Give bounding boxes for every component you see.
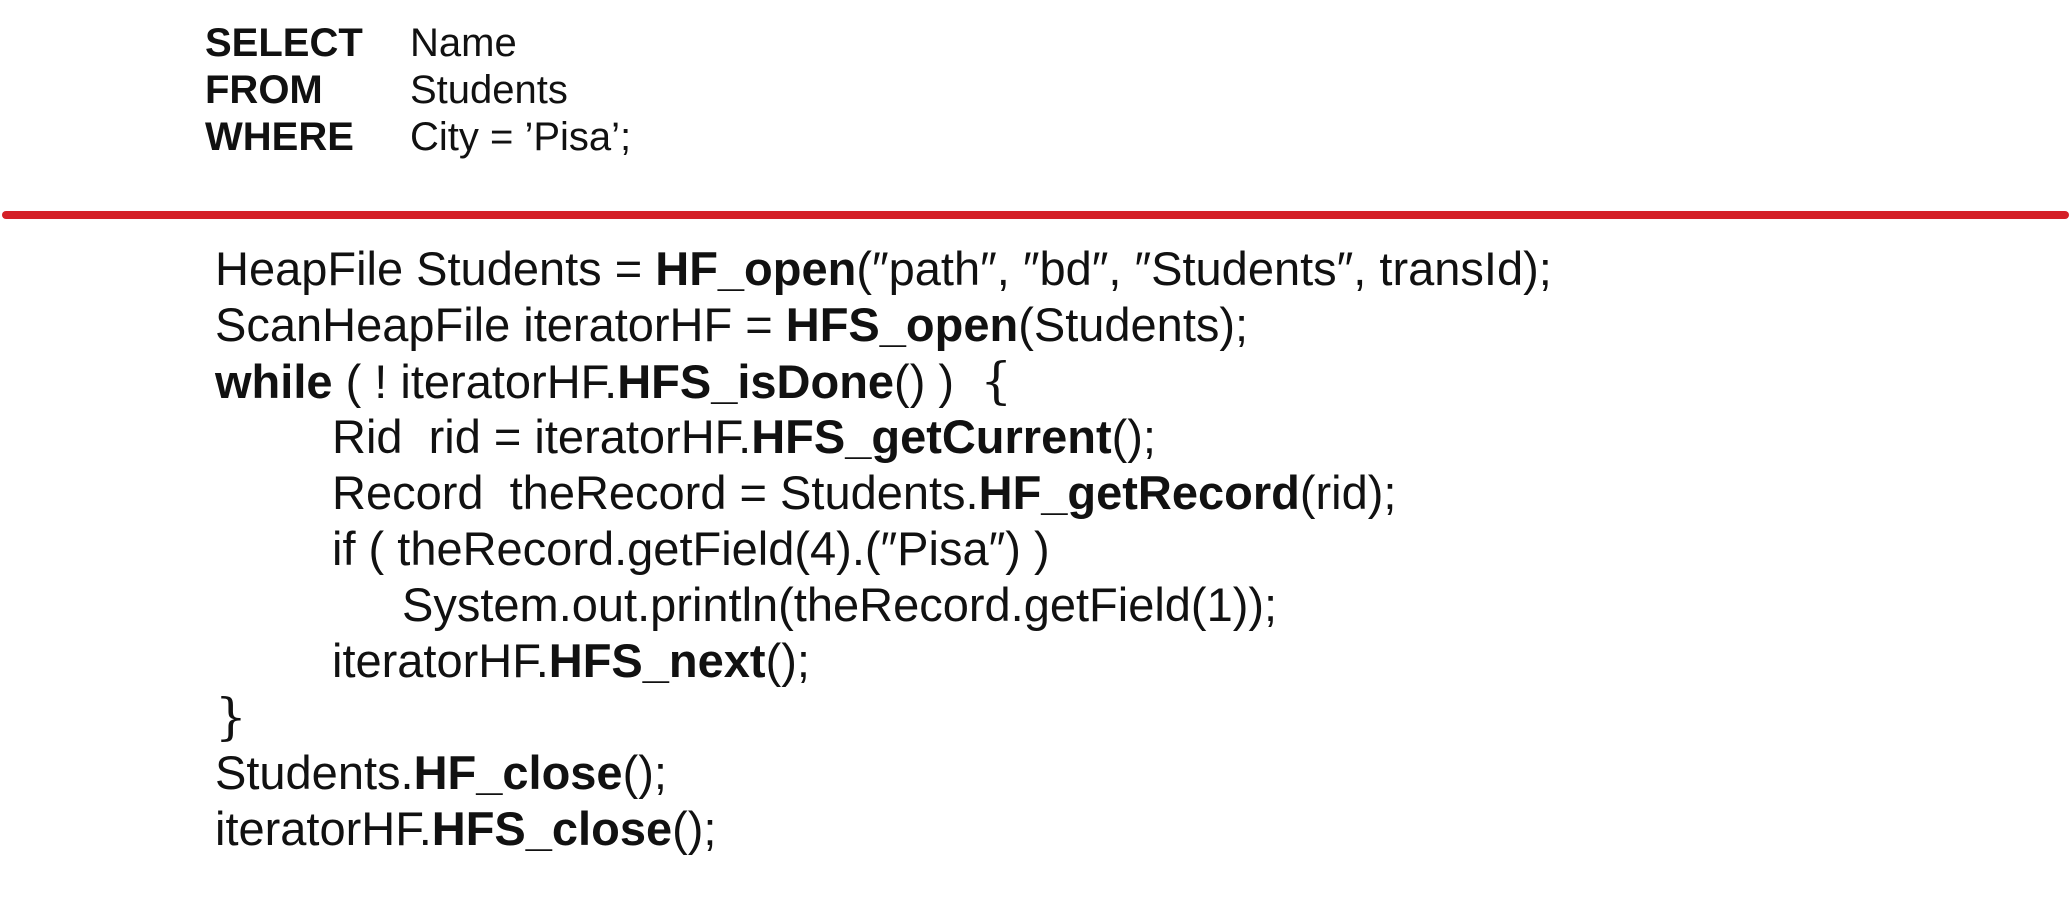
code-text: if ( theRecord.getField(4).(″Pisa″) )	[332, 522, 1050, 575]
code-function-name: HFS_open	[785, 298, 1019, 351]
code-line: while ( ! iteratorHF.HFS_isDone() ) {	[215, 353, 1012, 409]
sql-where-keyword: WHERE	[205, 115, 354, 159]
code-text: (″path″, ″bd″, ″Students″, transId);	[856, 242, 1552, 295]
sql-select-value: Name	[410, 21, 517, 65]
section-divider	[2, 211, 2069, 219]
code-function-name: HF_open	[655, 242, 857, 295]
sql-select-keyword: SELECT	[205, 21, 363, 65]
code-text: iteratorHF.	[215, 802, 432, 855]
code-line: Record theRecord = Students.HF_getRecord…	[332, 465, 1396, 521]
code-line: ScanHeapFile iteratorHF = HFS_open(Stude…	[215, 297, 1248, 353]
sql-where-value: City = ’Pisa’;	[410, 115, 632, 159]
code-text: {	[980, 352, 1012, 410]
code-function-name: while	[215, 355, 333, 408]
sql-from-keyword: FROM	[205, 68, 323, 112]
sql-select-row: SELECT Name	[205, 20, 631, 67]
code-line: iteratorHF.HFS_next();	[332, 633, 810, 689]
code-text: System.out.println(theRecord.getField(1)…	[402, 578, 1278, 631]
sql-where-row: WHERE City = ’Pisa’;	[205, 114, 631, 161]
code-function-name: HFS_getCurrent	[751, 410, 1112, 463]
sql-from-row: FROM Students	[205, 67, 631, 114]
code-text: iteratorHF.	[332, 634, 549, 687]
code-function-name: HFS_close	[431, 802, 673, 855]
code-text: () )	[894, 355, 981, 408]
code-line: Students.HF_close();	[215, 745, 667, 801]
code-line: System.out.println(theRecord.getField(1)…	[402, 577, 1277, 633]
code-line: Rid rid = iteratorHF.HFS_getCurrent();	[332, 409, 1156, 465]
code-function-name: HF_getRecord	[978, 466, 1300, 519]
code-text: ();	[765, 634, 810, 687]
sql-query: SELECT Name FROM Students WHERE City = ’…	[205, 20, 631, 161]
code-line: if ( theRecord.getField(4).(″Pisa″) )	[332, 521, 1050, 577]
code-text: Rid rid = iteratorHF.	[332, 410, 752, 463]
code-text: ( ! iteratorHF.	[332, 355, 618, 408]
code-text: (rid);	[1299, 466, 1397, 519]
code-line: HeapFile Students = HF_open(″path″, ″bd″…	[215, 241, 1552, 297]
code-text: Students.	[215, 746, 414, 799]
code-text: ();	[622, 746, 667, 799]
code-function-name: HFS_isDone	[617, 355, 895, 408]
code-function-name: HFS_next	[548, 634, 766, 687]
code-text: (Students);	[1018, 298, 1249, 351]
code-text: ();	[1111, 410, 1156, 463]
code-text: Record theRecord = Students.	[332, 466, 979, 519]
code-text: ();	[672, 802, 717, 855]
code-function-name: HF_close	[413, 746, 623, 799]
sql-from-value: Students	[410, 68, 568, 112]
code-text: HeapFile Students =	[215, 242, 656, 295]
code-line: }	[215, 689, 247, 745]
code-text: }	[215, 688, 247, 746]
code-text: ScanHeapFile iteratorHF =	[215, 298, 786, 351]
code-line: iteratorHF.HFS_close();	[215, 801, 716, 857]
